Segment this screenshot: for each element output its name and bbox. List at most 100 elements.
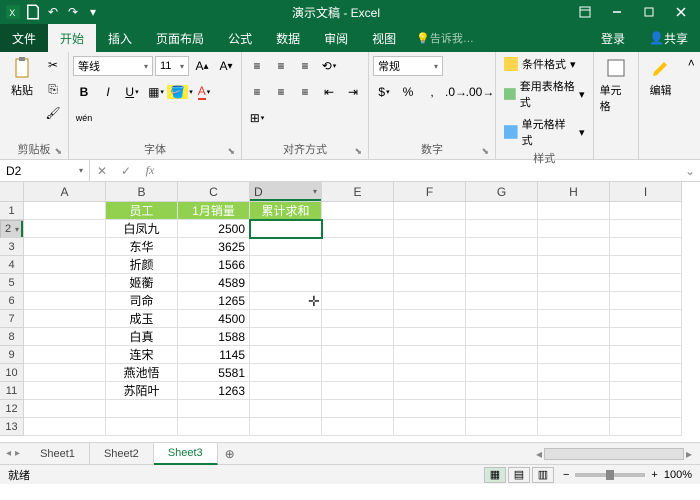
sheet-nav-prev[interactable]: ◂ — [6, 448, 11, 459]
cancel-formula-button[interactable]: ✕ — [90, 160, 114, 181]
clipboard-launcher[interactable]: ⬊ — [54, 146, 62, 157]
active-cell[interactable] — [250, 220, 322, 238]
cell[interactable] — [610, 220, 682, 238]
zoom-out-button[interactable]: − — [563, 469, 569, 481]
col-header-i[interactable]: I — [610, 182, 682, 202]
row-header-7[interactable]: 7 — [0, 310, 24, 328]
cell[interactable] — [610, 328, 682, 346]
cell[interactable] — [24, 418, 106, 436]
merge-button[interactable]: ⊞ — [246, 107, 268, 129]
col-header-f[interactable]: F — [394, 182, 466, 202]
tab-data[interactable]: 数据 — [264, 24, 312, 52]
cell[interactable]: 燕池悟 — [106, 364, 178, 382]
cell[interactable] — [24, 364, 106, 382]
cell[interactable] — [394, 328, 466, 346]
cell[interactable] — [394, 202, 466, 220]
cell[interactable] — [322, 328, 394, 346]
cell[interactable] — [322, 292, 394, 310]
decrease-indent-button[interactable]: ⇤ — [318, 81, 340, 103]
cell[interactable] — [106, 418, 178, 436]
cell[interactable] — [610, 202, 682, 220]
cell[interactable] — [394, 220, 466, 238]
cell[interactable]: 2500 — [178, 220, 250, 238]
cell[interactable] — [466, 418, 538, 436]
cell[interactable] — [250, 364, 322, 382]
row-header-9[interactable]: 9 — [0, 346, 24, 364]
cell[interactable] — [466, 220, 538, 238]
cell[interactable] — [24, 274, 106, 292]
align-middle-button[interactable]: ≡ — [270, 55, 292, 77]
increase-font-button[interactable]: A▴ — [191, 55, 213, 77]
cell[interactable] — [250, 292, 322, 310]
tab-layout[interactable]: 页面布局 — [144, 24, 216, 52]
cell[interactable] — [250, 256, 322, 274]
cell[interactable] — [322, 220, 394, 238]
cell[interactable] — [466, 364, 538, 382]
tab-file[interactable]: 文件 — [0, 24, 48, 52]
font-color-button[interactable]: A — [193, 81, 215, 103]
col-header-e[interactable]: E — [322, 182, 394, 202]
cell[interactable] — [394, 238, 466, 256]
col-header-d[interactable]: D — [250, 182, 322, 202]
cell[interactable]: 4500 — [178, 310, 250, 328]
zoom-slider[interactable] — [575, 473, 645, 477]
cell[interactable] — [466, 328, 538, 346]
scroll-left-button[interactable]: ◂ — [536, 447, 542, 461]
cell[interactable] — [250, 346, 322, 364]
conditional-format-button[interactable]: 条件格式 ▾ — [500, 54, 580, 74]
cell[interactable] — [250, 418, 322, 436]
align-center-button[interactable]: ≡ — [270, 81, 292, 103]
currency-button[interactable]: $ — [373, 81, 395, 103]
cell[interactable] — [24, 238, 106, 256]
sheet-tab-1[interactable]: Sheet1 — [26, 443, 90, 465]
add-sheet-button[interactable]: ⊕ — [218, 447, 242, 461]
sheet-tab-3[interactable]: Sheet3 — [154, 443, 218, 465]
increase-decimal-button[interactable]: .0→ — [445, 81, 467, 103]
cell[interactable] — [394, 346, 466, 364]
cell[interactable] — [394, 256, 466, 274]
cell[interactable] — [322, 400, 394, 418]
tab-tellme[interactable]: 💡 告诉我… — [408, 24, 482, 52]
cell[interactable]: 4589 — [178, 274, 250, 292]
cell[interactable] — [322, 346, 394, 364]
cell[interactable]: 5581 — [178, 364, 250, 382]
row-header-4[interactable]: 4 — [0, 256, 24, 274]
cell[interactable]: 司命 — [106, 292, 178, 310]
cell[interactable] — [538, 310, 610, 328]
align-left-button[interactable]: ≡ — [246, 81, 268, 103]
cell-style-button[interactable]: 单元格样式 ▾ — [500, 114, 589, 150]
tab-formulas[interactable]: 公式 — [216, 24, 264, 52]
save-icon[interactable] — [24, 3, 42, 21]
cell[interactable] — [538, 202, 610, 220]
cell[interactable] — [250, 238, 322, 256]
align-right-button[interactable]: ≡ — [294, 81, 316, 103]
cell[interactable] — [610, 238, 682, 256]
bold-button[interactable]: B — [73, 81, 95, 103]
cell[interactable] — [24, 310, 106, 328]
align-launcher[interactable]: ⬊ — [354, 146, 362, 157]
cell[interactable] — [322, 364, 394, 382]
editing-button[interactable]: 编辑 — [643, 54, 679, 100]
qat-dropdown-icon[interactable]: ▾ — [84, 3, 102, 21]
cell[interactable] — [538, 220, 610, 238]
undo-icon[interactable]: ↶ — [44, 3, 62, 21]
horizontal-scrollbar[interactable] — [544, 448, 684, 460]
cells-button[interactable]: 单元格 — [598, 54, 634, 116]
cell[interactable]: 累计求和 — [250, 202, 322, 220]
cell[interactable] — [394, 310, 466, 328]
underline-button[interactable]: U — [121, 81, 143, 103]
tab-view[interactable]: 视图 — [360, 24, 408, 52]
cell[interactable] — [250, 328, 322, 346]
cell[interactable]: 连宋 — [106, 346, 178, 364]
cell[interactable] — [466, 274, 538, 292]
cell[interactable] — [538, 256, 610, 274]
cell[interactable] — [466, 238, 538, 256]
cell[interactable] — [24, 328, 106, 346]
align-bottom-button[interactable]: ≡ — [294, 55, 316, 77]
login-button[interactable]: 登录 — [589, 24, 637, 52]
font-launcher[interactable]: ⬊ — [227, 146, 235, 157]
cell[interactable] — [250, 400, 322, 418]
tab-insert[interactable]: 插入 — [96, 24, 144, 52]
cell[interactable] — [610, 400, 682, 418]
cell[interactable]: 1263 — [178, 382, 250, 400]
